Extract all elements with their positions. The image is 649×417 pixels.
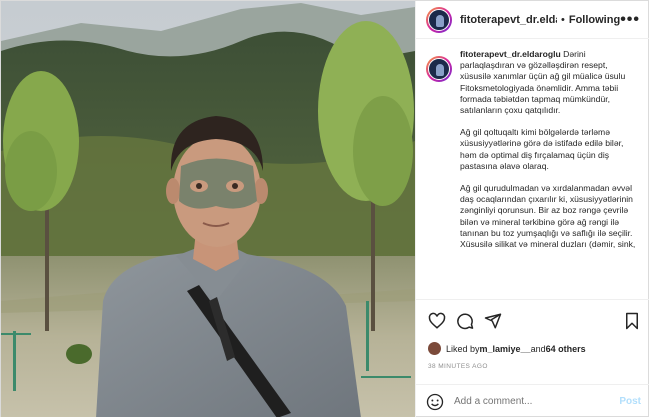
post-image	[1, 1, 415, 417]
instagram-post: fitoterapevt_dr.eldarog • Following ••• …	[0, 0, 649, 417]
likes-middle: and	[530, 343, 546, 354]
separator-dot: •	[561, 13, 565, 26]
likes-others-link[interactable]: 64 others	[546, 344, 586, 354]
caption-avatar[interactable]	[426, 56, 452, 82]
likes-summary: Liked by m_lamiye__ and 64 others	[428, 342, 641, 355]
caption-text: fitoterapevt_dr.eldaroglu Dərini parlaql…	[460, 49, 641, 261]
action-icons	[428, 310, 641, 332]
liker-avatar[interactable]	[428, 342, 441, 355]
heart-icon[interactable]	[428, 312, 446, 330]
post-side-panel: fitoterapevt_dr.eldarog • Following ••• …	[415, 1, 649, 417]
post-comment-button[interactable]: Post	[619, 396, 641, 407]
share-icon[interactable]	[484, 312, 502, 330]
bookmark-icon[interactable]	[623, 312, 641, 330]
author-avatar[interactable]	[426, 6, 452, 33]
caption-paragraph-3: Ağ gil qurudulmadan və xırdalanmadan əvv…	[460, 183, 636, 250]
liker-username[interactable]: m_lamiye__	[480, 344, 531, 354]
author-username[interactable]: fitoterapevt_dr.eldarog	[460, 14, 557, 26]
post-header: fitoterapevt_dr.eldarog • Following •••	[416, 1, 649, 39]
comment-input[interactable]	[454, 396, 620, 407]
caption-author[interactable]: fitoterapevt_dr.eldaroglu	[460, 49, 561, 59]
likes-prefix: Liked by	[446, 343, 480, 354]
caption-scroll-area[interactable]: fitoterapevt_dr.eldaroglu Dərini parlaql…	[416, 49, 649, 299]
post-photo[interactable]	[1, 1, 415, 417]
caption-paragraph-2: Ağ gil qoltuqaltı kimi bölgələrdə tərləm…	[460, 127, 624, 171]
emoji-icon[interactable]	[426, 393, 444, 411]
post-actions: Liked by m_lamiye__ and 64 others 38 MIN…	[416, 299, 649, 370]
comment-icon[interactable]	[456, 312, 474, 330]
following-button[interactable]: Following	[569, 14, 620, 26]
post-timestamp[interactable]: 38 MINUTES AGO	[428, 363, 641, 370]
more-options-icon[interactable]: •••	[620, 11, 640, 27]
caption-row: fitoterapevt_dr.eldaroglu Dərini parlaql…	[426, 49, 641, 261]
comment-bar: Post	[416, 384, 649, 417]
